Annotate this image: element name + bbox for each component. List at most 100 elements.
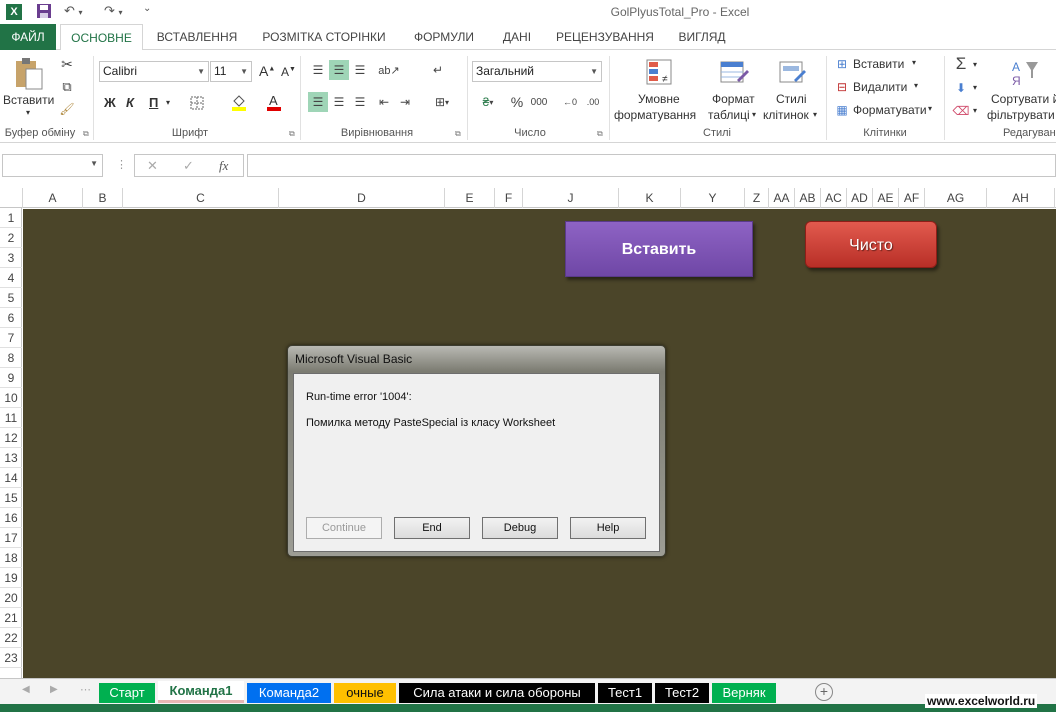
align-center-icon[interactable]: ☰ (329, 92, 349, 112)
align-left-icon[interactable]: ☰ (308, 92, 328, 112)
fill-color-icon[interactable] (230, 92, 248, 112)
column-header[interactable]: AG (925, 188, 987, 208)
formula-input[interactable] (247, 154, 1056, 177)
format-as-table-line1[interactable]: Формат (712, 92, 755, 106)
row-header[interactable]: 11 (0, 408, 22, 428)
delete-cells-dropdown-icon[interactable]: ▾ (914, 81, 918, 90)
column-header[interactable]: Z (745, 188, 769, 208)
format-painter-icon[interactable]: 🖌 (58, 100, 76, 118)
sheet-tab[interactable]: Тест1 (598, 683, 652, 703)
column-header[interactable]: K (619, 188, 681, 208)
decrease-decimal-icon[interactable]: .00 (582, 92, 604, 112)
paste-icon[interactable] (12, 56, 46, 92)
tab-file[interactable]: ФАЙЛ (0, 24, 56, 50)
align-right-icon[interactable]: ☰ (350, 92, 370, 112)
new-sheet-icon[interactable]: + (815, 683, 833, 701)
number-launcher-icon[interactable]: ⧉ (597, 129, 603, 139)
row-header[interactable]: 3 (0, 248, 22, 268)
help-button[interactable]: Help (570, 517, 646, 539)
accounting-format-icon[interactable]: ₴ ▾ (474, 92, 502, 112)
cell-styles-dropdown-icon[interactable]: ▾ (813, 110, 817, 119)
end-button[interactable]: End (394, 517, 470, 539)
column-header[interactable]: AB (795, 188, 821, 208)
increase-indent-icon[interactable]: ⇥ (395, 92, 415, 112)
percent-icon[interactable]: % (508, 92, 526, 112)
sort-filter-icon[interactable]: AЯ (1008, 56, 1042, 90)
sheet-tab[interactable]: Тест2 (655, 683, 709, 703)
format-cells-dropdown-icon[interactable]: ▾ (928, 104, 932, 113)
tab-view[interactable]: ВИГЛЯД (669, 24, 735, 50)
decrease-indent-icon[interactable]: ⇤ (374, 92, 394, 112)
align-bottom-icon[interactable]: ☰ (350, 60, 370, 80)
column-header[interactable]: AE (873, 188, 899, 208)
cell-styles-line1[interactable]: Стилі (776, 92, 807, 106)
row-header[interactable]: 23 (0, 648, 22, 668)
save-icon[interactable] (36, 3, 52, 21)
tab-data[interactable]: ДАНІ (495, 24, 539, 50)
column-header[interactable]: D (279, 188, 445, 208)
insert-cells-button[interactable]: Вставити (853, 57, 904, 71)
autosum-icon[interactable]: Σ (950, 54, 972, 74)
tab-page-layout[interactable]: РОЗМІТКА СТОРІНКИ (254, 24, 394, 50)
row-header[interactable]: 1 (0, 208, 22, 228)
row-header[interactable]: 4 (0, 268, 22, 288)
column-header[interactable]: AH (987, 188, 1055, 208)
autosum-dropdown-icon[interactable]: ▾ (973, 60, 977, 69)
row-header[interactable]: 18 (0, 548, 22, 568)
orientation-icon[interactable]: ab↗ (376, 60, 402, 80)
sheet-tab[interactable]: Старт (99, 683, 155, 703)
tab-insert[interactable]: ВСТАВЛЕННЯ (150, 24, 244, 50)
fill-dropdown-icon[interactable]: ▾ (973, 83, 977, 92)
tabs-more-icon[interactable]: ⋯ (80, 683, 91, 696)
column-header[interactable]: E (445, 188, 495, 208)
font-name-select[interactable]: Calibri ▼ (99, 61, 209, 82)
cell-styles-line2[interactable]: клітинок (763, 108, 809, 122)
customize-qat-icon[interactable]: ⌄ (143, 3, 151, 21)
copy-icon[interactable]: ⧉ (58, 78, 76, 96)
column-header[interactable]: AD (847, 188, 873, 208)
column-header[interactable]: AC (821, 188, 847, 208)
format-as-table-dropdown-icon[interactable]: ▾ (752, 110, 756, 119)
clear-icon[interactable]: ⌫ (952, 102, 970, 120)
insert-cells-icon[interactable]: ⊞ (834, 56, 850, 72)
sort-filter-line2[interactable]: фільтрувати (987, 108, 1055, 122)
row-header[interactable]: 14 (0, 468, 22, 488)
row-header[interactable]: 16 (0, 508, 22, 528)
row-header[interactable]: 10 (0, 388, 22, 408)
clear-macro-button[interactable]: Чисто (805, 221, 937, 268)
cancel-icon[interactable]: ✕ (147, 158, 158, 174)
column-header[interactable]: Y (681, 188, 745, 208)
row-header[interactable]: 22 (0, 628, 22, 648)
font-size-select[interactable]: 11 ▼ (210, 61, 252, 82)
comma-style-icon[interactable]: 000 (528, 92, 550, 112)
column-header[interactable]: AF (899, 188, 925, 208)
scroll-tabs-right-icon[interactable]: ▶ (50, 684, 58, 695)
align-middle-icon[interactable]: ☰ (329, 60, 349, 80)
format-cells-icon[interactable]: ▦ (834, 102, 850, 118)
row-header[interactable]: 17 (0, 528, 22, 548)
sheet-tab[interactable]: Верняк (712, 683, 776, 703)
redo-icon[interactable]: ↷ ▾ (104, 3, 123, 21)
delete-cells-button[interactable]: Видалити (853, 80, 907, 94)
tab-home[interactable]: ОСНОВНЕ (60, 24, 143, 51)
number-format-select[interactable]: Загальний ▼ (472, 61, 602, 82)
row-header[interactable]: 20 (0, 588, 22, 608)
font-launcher-icon[interactable]: ⧉ (289, 129, 295, 139)
format-as-table-line2[interactable]: таблиці (708, 108, 750, 122)
tab-review[interactable]: РЕЦЕНЗУВАННЯ (551, 24, 659, 50)
wrap-text-icon[interactable]: ↵ (428, 60, 448, 80)
row-header[interactable]: 15 (0, 488, 22, 508)
underline-button[interactable]: П (149, 95, 158, 110)
row-header[interactable]: 21 (0, 608, 22, 628)
format-cells-button[interactable]: Форматувати (853, 103, 927, 117)
row-header[interactable]: 8 (0, 348, 22, 368)
row-header[interactable]: 9 (0, 368, 22, 388)
row-header[interactable]: 2 (0, 228, 22, 248)
format-as-table-icon[interactable] (717, 56, 751, 90)
conditional-formatting-icon[interactable]: ≠ (643, 56, 677, 90)
sort-filter-line1[interactable]: Сортувати й (991, 92, 1056, 106)
sheet-tab[interactable]: Команда2 (247, 683, 331, 703)
undo-icon[interactable]: ↶ ▾ (64, 3, 83, 21)
fill-icon[interactable]: ⬇ (952, 79, 970, 97)
name-box[interactable]: ▼ (2, 154, 103, 177)
